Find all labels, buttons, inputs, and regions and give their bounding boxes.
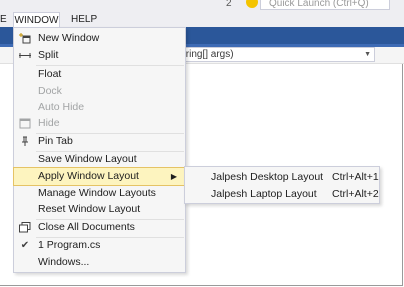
menu-label: Save Window Layout [38,153,137,165]
submenu-label: Jalpesh Laptop Layout [211,188,317,200]
submenu-shortcut: Ctrl+Alt+2 [332,188,379,200]
menu-item-window[interactable]: WINDOW [13,12,60,27]
menu-float[interactable]: Float [14,66,185,83]
menu-item-edit-fragment[interactable]: E [0,12,7,27]
new-window-icon [19,33,31,44]
feedback-smiley-icon[interactable] [246,0,258,8]
submenu-arrow-icon: ▶ [170,172,177,181]
menu-label: Manage Window Layouts [38,187,156,199]
menu-label: Reset Window Layout [38,203,141,215]
menu-label: Hide [38,117,60,129]
menu-pin-tab[interactable]: Pin Tab [14,133,185,150]
menu-manage-window-layouts[interactable]: Manage Window Layouts [14,185,185,202]
menu-item-help[interactable]: HELP [71,12,97,27]
menu-windows[interactable]: Windows... [14,254,185,271]
member-dropdown-label: tring[] args) [183,49,234,60]
window-menu: New Window Split Float Dock Auto Hide Hi… [13,27,186,273]
menu-label: Split [38,49,59,61]
checkmark-icon: ✔ [20,240,30,251]
menu-label: Close All Documents [38,221,135,233]
menu-close-all-documents[interactable]: Close All Documents [14,219,185,236]
menu-label: Float [38,68,62,80]
window-layout-submenu: Jalpesh Desktop Layout Ctrl+Alt+1 Jalpes… [184,166,380,204]
menu-save-window-layout[interactable]: Save Window Layout [14,151,185,168]
menu-label: 1 Program.cs [38,239,101,251]
notification-count[interactable]: 2 [226,0,232,9]
menu-split[interactable]: Split [14,47,185,64]
split-icon [19,50,31,61]
menu-label: Pin Tab [38,135,73,147]
close-all-documents-icon [19,222,31,233]
chevron-down-icon: ▼ [364,51,371,58]
menu-label: Dock [38,85,62,97]
menu-reset-window-layout[interactable]: Reset Window Layout [14,201,185,218]
hide-icon [19,118,31,129]
submenu-shortcut: Ctrl+Alt+1 [332,171,379,183]
menu-open-document[interactable]: ✔ 1 Program.cs [14,237,185,254]
menu-bar: E WINDOW HELP [0,12,404,27]
menu-dock: Dock [14,83,185,100]
title-strip: 2 Quick Launch (Ctrl+Q) [0,0,404,12]
quick-launch-input[interactable]: Quick Launch (Ctrl+Q) [260,0,390,10]
menu-apply-window-layout[interactable]: Apply Window Layout ▶ [13,167,186,186]
menu-label: New Window [38,32,100,44]
menu-label: Auto Hide [38,101,85,113]
submenu-item-desktop-layout[interactable]: Jalpesh Desktop Layout Ctrl+Alt+1 [185,169,379,186]
submenu-item-laptop-layout[interactable]: Jalpesh Laptop Layout Ctrl+Alt+2 [185,186,379,203]
menu-label: Apply Window Layout [38,170,139,182]
menu-hide: Hide [14,115,185,132]
pin-icon [19,136,31,147]
menu-new-window[interactable]: New Window [14,30,185,47]
submenu-label: Jalpesh Desktop Layout [211,171,324,183]
member-dropdown[interactable]: tring[] args) ▼ [180,47,375,62]
menu-label: Windows... [38,256,90,268]
menu-auto-hide: Auto Hide [14,99,185,116]
